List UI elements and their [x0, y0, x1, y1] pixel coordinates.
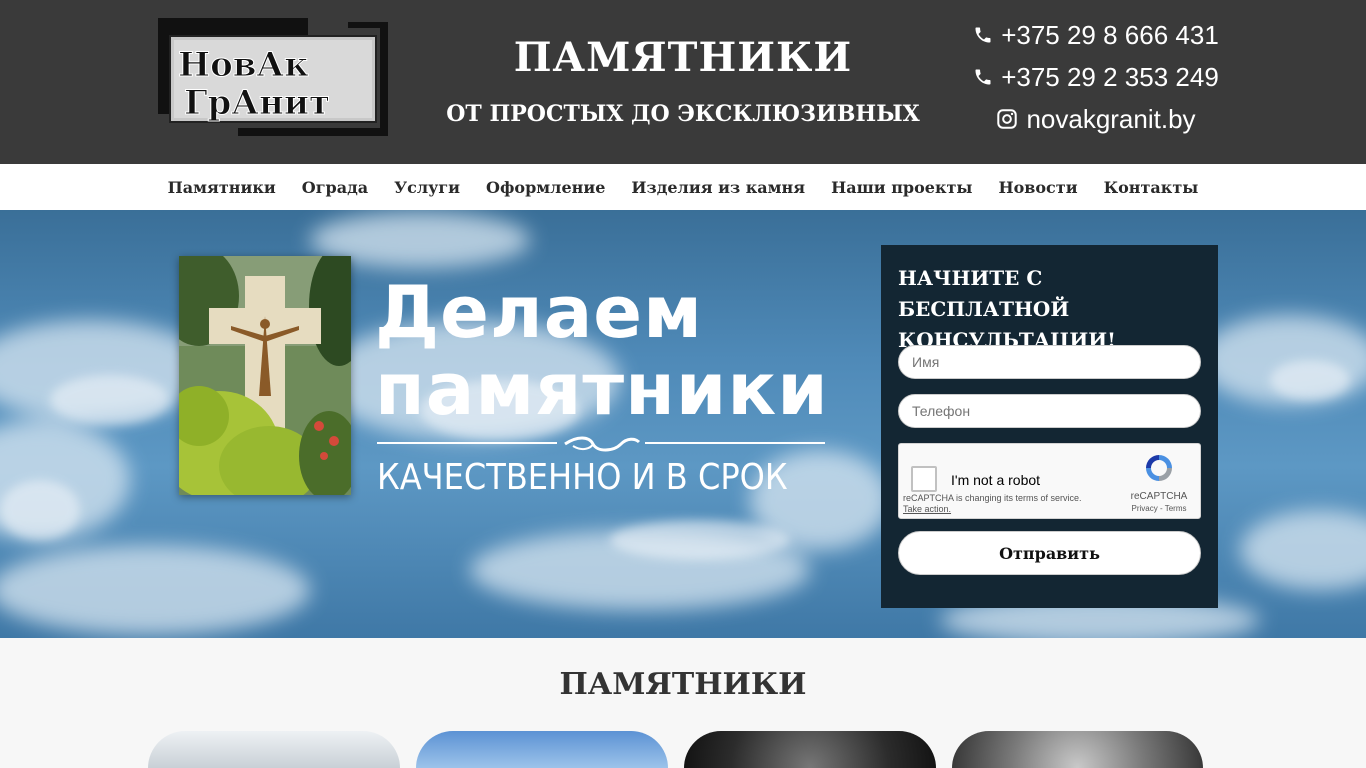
nav-item-pamyatniki[interactable]: Памятники: [155, 178, 289, 197]
logo-line1: НовАк: [178, 45, 309, 85]
phone-1[interactable]: +375 29 8 666 431: [960, 14, 1232, 56]
monument-card[interactable]: [952, 731, 1203, 768]
instagram-icon: [997, 109, 1018, 129]
nav-item-proekty[interactable]: Наши проекты: [818, 178, 985, 197]
header-tagline: ПАМЯТНИКИ ОТ ПРОСТЫХ ДО ЭКСКЛЮЗИВНЫХ: [440, 30, 926, 130]
hero-title: Делаем памятники: [375, 272, 835, 426]
recaptcha-brand-name: reCAPTCHA: [1130, 491, 1188, 502]
recaptcha-widget: I'm not a robot reCAPTCHA is changing it…: [898, 443, 1201, 519]
logo[interactable]: НовАк ГрАнит: [158, 18, 388, 136]
recaptcha-take-action-link[interactable]: Take action.: [903, 504, 1082, 515]
hero-banner: Делаем памятники КАЧЕСТВЕННО И В СРОК НА…: [0, 210, 1366, 638]
recaptcha-links[interactable]: Privacy - Terms: [1128, 504, 1190, 513]
nav-item-uslugi[interactable]: Услуги: [381, 178, 473, 197]
phone-2-text: +375 29 2 353 249: [1001, 62, 1219, 92]
phone-input[interactable]: [898, 394, 1201, 428]
recaptcha-brand: reCAPTCHA Privacy - Terms: [1128, 452, 1190, 513]
header-subtitle: ОТ ПРОСТЫХ ДО ЭКСКЛЮЗИВНЫХ: [446, 101, 920, 127]
header-title: ПАМЯТНИКИ: [513, 34, 853, 81]
nav-item-izdeliya[interactable]: Изделия из камня: [618, 178, 818, 197]
site-header: НовАк ГрАнит ПАМЯТНИКИ ОТ ПРОСТЫХ ДО ЭКС…: [0, 0, 1366, 164]
phone-icon: [975, 27, 991, 43]
recaptcha-label: I'm not a robot: [951, 472, 1041, 488]
nav-item-novosti[interactable]: Новости: [985, 178, 1090, 197]
nav-item-kontakty[interactable]: Контакты: [1091, 178, 1212, 197]
main-nav: Памятники Ограда Услуги Оформление Издел…: [0, 164, 1366, 210]
hero-title-line1: Делаем: [375, 270, 703, 354]
recaptcha-note-text: reCAPTCHA is changing its terms of servi…: [903, 493, 1082, 503]
monument-card[interactable]: [148, 731, 400, 768]
name-input[interactable]: [898, 345, 1201, 379]
section-title: ПАМЯТНИКИ: [559, 667, 807, 702]
recaptcha-note: reCAPTCHA is changing its terms of servi…: [903, 493, 1082, 515]
form-title: НАЧНИТЕ С БЕСПЛАТНОЙ КОНСУЛЬТАЦИИ!: [898, 266, 1116, 352]
instagram-text: novakgranit.by: [1026, 104, 1196, 134]
recaptcha-checkbox[interactable]: [911, 466, 937, 492]
hero-subtitle: КАЧЕСТВЕННО И В СРОК: [377, 457, 788, 498]
instagram-link[interactable]: novakgranit.by: [960, 98, 1232, 140]
monument-card[interactable]: [684, 731, 936, 768]
recaptcha-icon: [1146, 455, 1172, 481]
phone-2[interactable]: +375 29 2 353 249: [960, 56, 1232, 98]
logo-line2: ГрАнит: [184, 83, 330, 123]
hero-title-line2: памятники: [375, 347, 829, 431]
nav-item-ograda[interactable]: Ограда: [289, 178, 381, 197]
monument-card[interactable]: [416, 731, 668, 768]
consultation-form: НАЧНИТЕ С БЕСПЛАТНОЙ КОНСУЛЬТАЦИИ! I'm n…: [881, 245, 1218, 608]
phone-1-text: +375 29 8 666 431: [1001, 20, 1219, 50]
phone-icon: [975, 69, 991, 85]
nav-item-oformlenie[interactable]: Оформление: [473, 178, 618, 197]
hero-photo-cross: [179, 256, 351, 495]
submit-button[interactable]: Отправить: [898, 531, 1201, 575]
header-contacts: +375 29 8 666 431 +375 29 2 353 249 nova…: [960, 14, 1232, 140]
